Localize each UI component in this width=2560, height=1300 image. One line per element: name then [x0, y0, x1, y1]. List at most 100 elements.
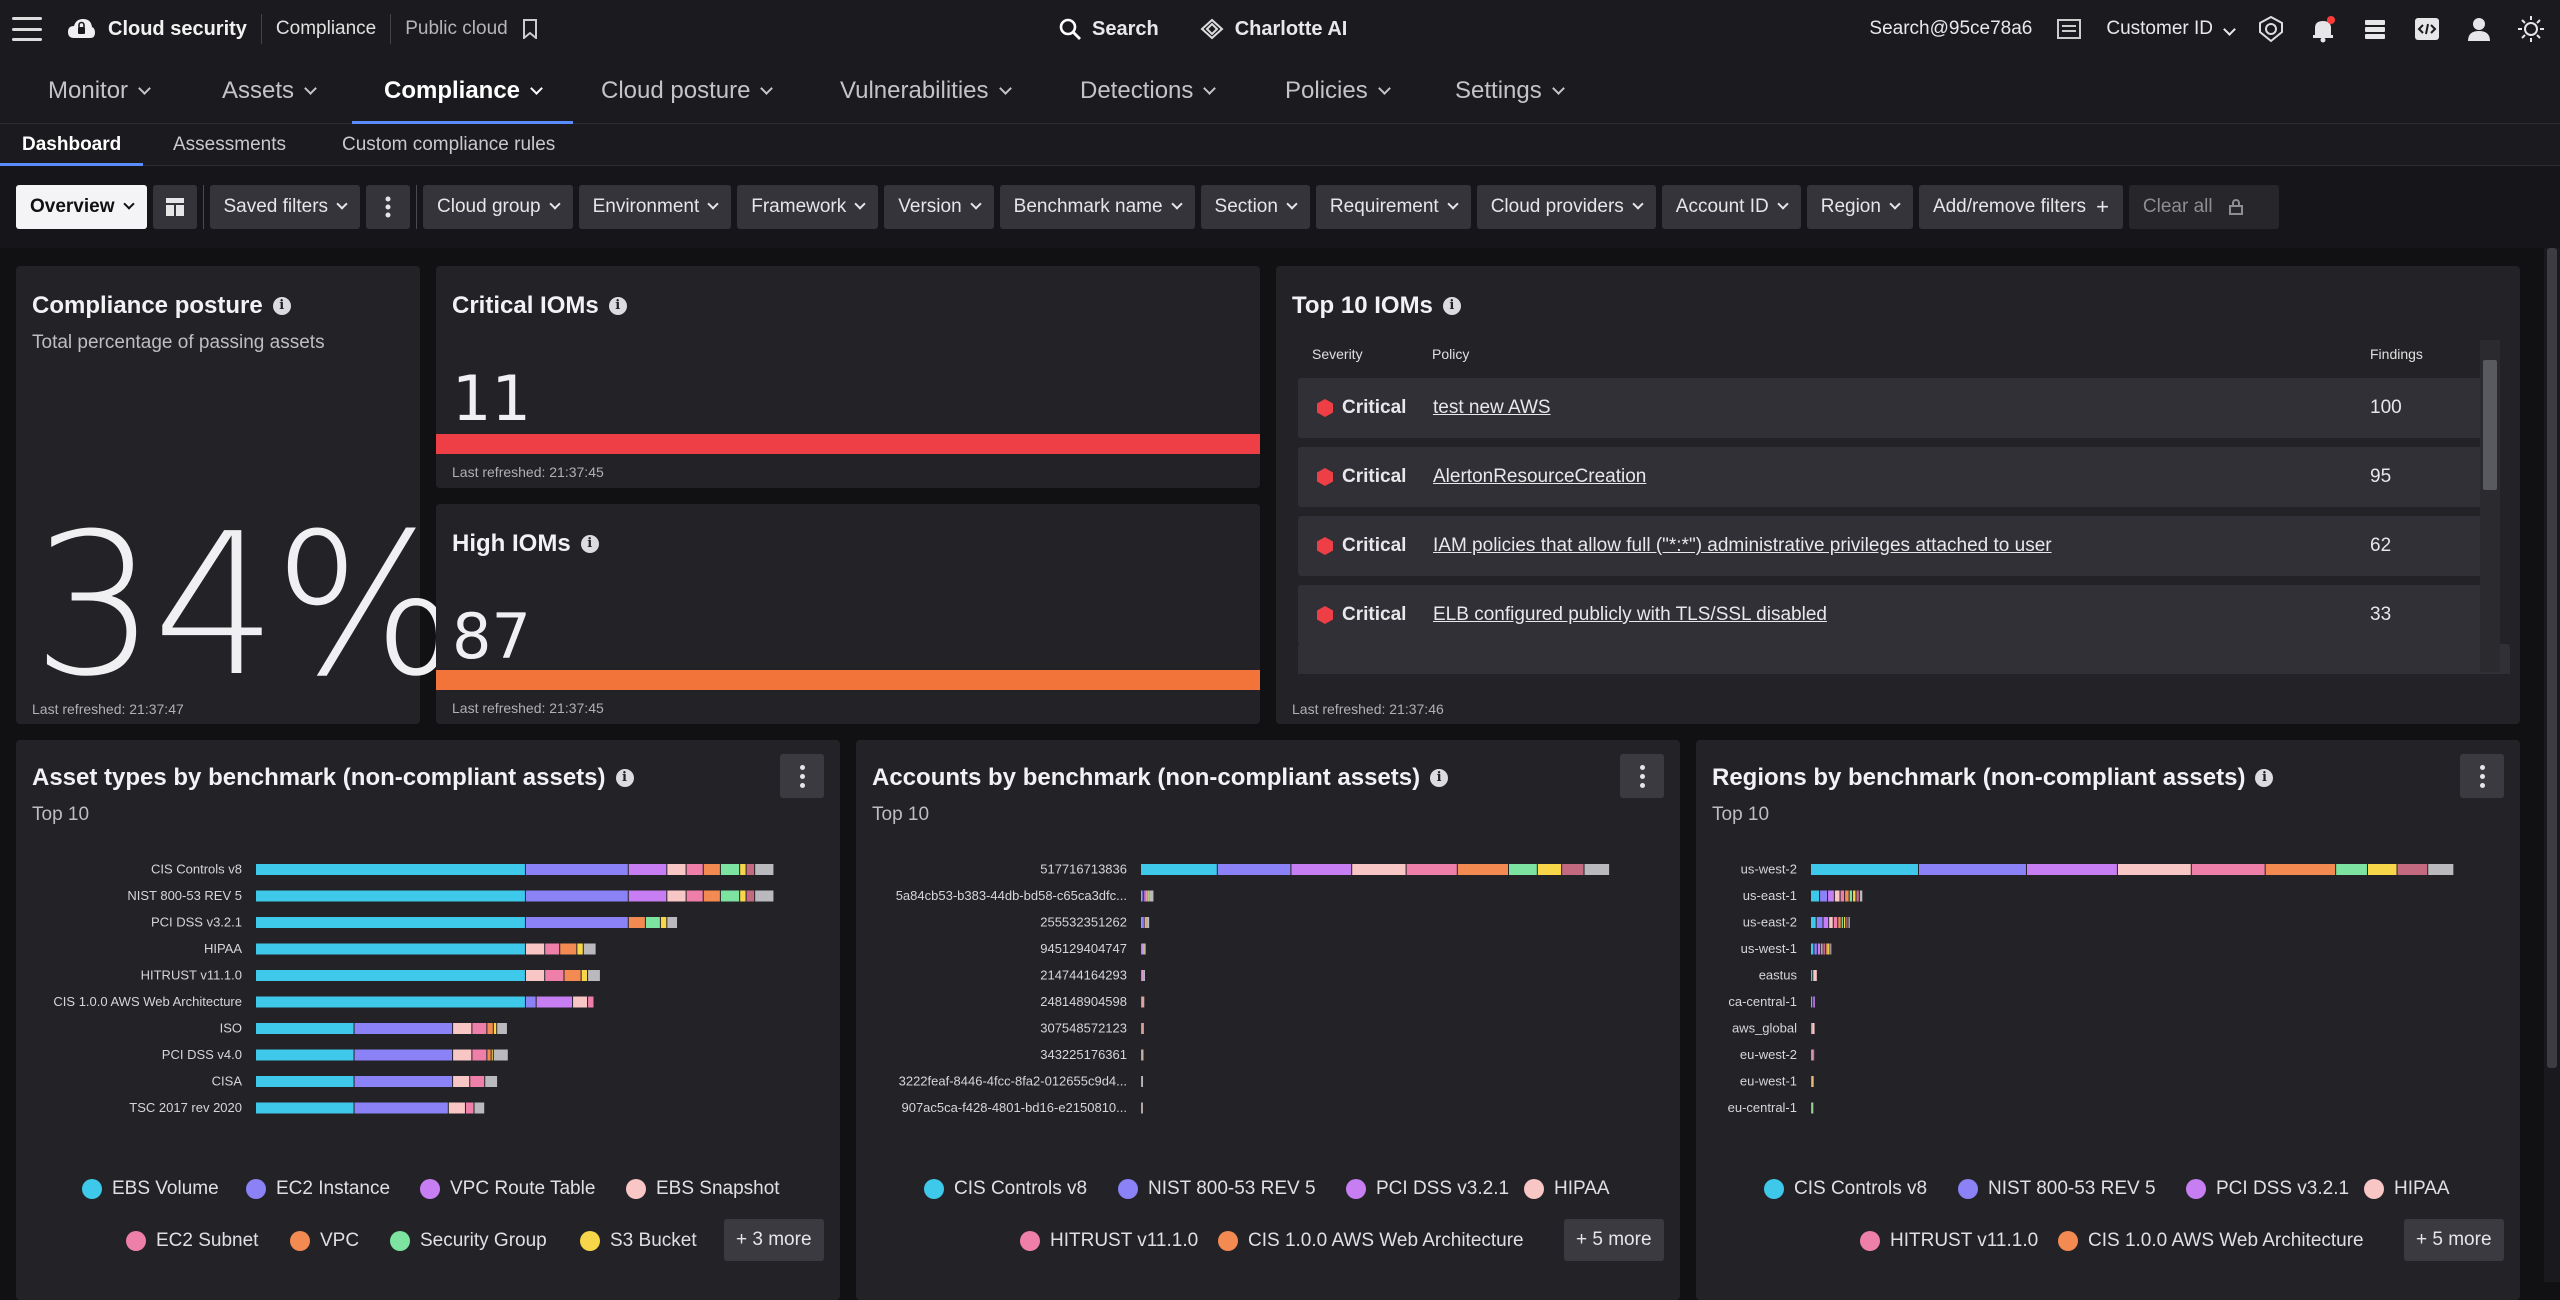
code-icon[interactable] — [2412, 14, 2442, 44]
legend-item[interactable]: EC2 Instance — [246, 1178, 390, 1200]
legend-item[interactable]: VPC — [290, 1230, 359, 1252]
filter-framework[interactable]: Framework — [737, 185, 879, 229]
bar-segment[interactable] — [1812, 1023, 1815, 1034]
bar-segment[interactable] — [1146, 890, 1148, 902]
legend-item[interactable]: CIS Controls v8 — [1764, 1178, 1927, 1200]
filter-requirement[interactable]: Requirement — [1315, 185, 1471, 229]
bar-segment[interactable] — [1823, 917, 1829, 928]
bar-segment[interactable] — [581, 970, 588, 981]
bar-segment[interactable] — [525, 943, 545, 955]
tab-assessments[interactable]: Assessments — [173, 124, 286, 166]
bar-segment[interactable] — [1811, 864, 1918, 875]
bar-segment[interactable] — [755, 864, 774, 875]
nav-settings[interactable]: Settings — [1455, 58, 1565, 124]
bar-segment[interactable] — [2367, 864, 2397, 875]
column-header-severity[interactable]: Severity — [1312, 346, 1363, 362]
bar-segment[interactable] — [354, 1102, 448, 1114]
bar-segment[interactable] — [1141, 864, 1217, 875]
bar-segment[interactable] — [1859, 890, 1863, 902]
legend-item[interactable]: Security Group — [390, 1230, 547, 1252]
bar-segment[interactable] — [256, 1102, 354, 1114]
bar-segment[interactable] — [746, 890, 755, 902]
bar-segment[interactable] — [256, 890, 525, 902]
legend-item[interactable]: EBS Snapshot — [626, 1178, 780, 1200]
filter-environment[interactable]: Environment — [578, 185, 732, 229]
bar-segment[interactable] — [474, 1102, 485, 1114]
bar-segment[interactable] — [660, 917, 667, 928]
bar-segment[interactable] — [2397, 864, 2428, 875]
bar-segment[interactable] — [1830, 943, 1832, 955]
bar-segment[interactable] — [448, 1102, 465, 1114]
bar-segment[interactable] — [1149, 890, 1154, 902]
bar-segment[interactable] — [1147, 917, 1150, 928]
bar-segment[interactable] — [493, 1049, 508, 1061]
legend-more-button[interactable]: + 5 more — [2404, 1219, 2504, 1261]
tab-dashboard[interactable]: Dashboard — [0, 124, 144, 166]
bar-segment[interactable] — [525, 864, 628, 875]
bar-segment[interactable] — [1143, 970, 1145, 981]
bar-segment[interactable] — [1813, 996, 1815, 1008]
bar-segment[interactable] — [1811, 917, 1816, 928]
add-remove-filters-button[interactable]: Add/remove filters + — [1918, 185, 2123, 229]
legend-item[interactable]: HIPAA — [1524, 1178, 1610, 1200]
legend-more-button[interactable]: + 3 more — [724, 1219, 824, 1261]
bar-segment[interactable] — [1811, 943, 1814, 955]
bar-segment[interactable] — [453, 1023, 472, 1034]
bar-segment[interactable] — [256, 864, 525, 875]
bar-segment[interactable] — [588, 996, 594, 1008]
view-select[interactable]: Overview — [16, 185, 147, 229]
id-card-icon[interactable] — [2054, 14, 2084, 44]
filters-more-button[interactable] — [366, 185, 411, 229]
bar-segment[interactable] — [746, 864, 755, 875]
bar-segment[interactable] — [256, 970, 525, 981]
tab-custom-compliance-rules[interactable]: Custom compliance rules — [342, 124, 555, 166]
legend-item[interactable]: CIS 1.0.0 AWS Web Architecture — [1218, 1230, 1524, 1252]
bar-segment[interactable] — [1829, 917, 1833, 928]
bar-segment[interactable] — [1813, 1049, 1815, 1061]
bar-segment[interactable] — [1814, 943, 1817, 955]
customer-id-dropdown[interactable]: Customer ID — [2106, 18, 2236, 40]
stack-icon[interactable] — [2360, 14, 2390, 44]
legend-item[interactable]: HITRUST v11.1.0 — [1020, 1230, 1198, 1252]
bar-segment[interactable] — [628, 917, 645, 928]
bar-segment[interactable] — [2265, 864, 2336, 875]
bar-segment[interactable] — [1584, 864, 1610, 875]
filter-cloud-group[interactable]: Cloud group — [423, 185, 573, 229]
table-scrollbar[interactable] — [2480, 340, 2500, 672]
nav-cloud-posture[interactable]: Cloud posture — [601, 58, 774, 124]
bar-segment[interactable] — [583, 943, 596, 955]
bar-segment[interactable] — [686, 890, 703, 902]
bar-segment[interactable] — [1811, 970, 1813, 981]
bar-segment[interactable] — [1829, 943, 1831, 955]
legend-item[interactable]: HITRUST v11.1.0 — [1860, 1230, 2038, 1252]
brand[interactable]: Cloud security — [66, 14, 247, 44]
bar-segment[interactable] — [536, 996, 573, 1008]
bar-segment[interactable] — [2117, 864, 2191, 875]
bar-segment[interactable] — [525, 996, 536, 1008]
bar-segment[interactable] — [1142, 1023, 1144, 1034]
bar-segment[interactable] — [1352, 864, 1406, 875]
bar-segment[interactable] — [1813, 970, 1817, 981]
bar-segment[interactable] — [1918, 864, 2026, 875]
bar-segment[interactable] — [1142, 890, 1144, 902]
card-menu-button[interactable] — [2460, 754, 2504, 798]
policy-link[interactable]: AlertonResourceCreation — [1433, 466, 1646, 488]
bar-segment[interactable] — [1828, 890, 1834, 902]
shield-badge-icon[interactable] — [2256, 14, 2286, 44]
bar-segment[interactable] — [1142, 1076, 1144, 1087]
bar-segment[interactable] — [497, 1023, 507, 1034]
bar-segment[interactable] — [487, 1049, 491, 1061]
bar-segment[interactable] — [755, 890, 774, 902]
bar-segment[interactable] — [1840, 890, 1845, 902]
bar-segment[interactable] — [2026, 864, 2117, 875]
layout-toggle-button[interactable] — [152, 185, 197, 229]
bar-segment[interactable] — [1217, 864, 1291, 875]
bar-segment[interactable] — [1141, 917, 1142, 928]
bar-segment[interactable] — [1457, 864, 1508, 875]
bar-segment[interactable] — [525, 917, 628, 928]
bar-segment[interactable] — [573, 996, 588, 1008]
bar-segment[interactable] — [1143, 917, 1145, 928]
bar-segment[interactable] — [2336, 864, 2367, 875]
card-menu-button[interactable] — [780, 754, 824, 798]
bar-segment[interactable] — [1141, 1102, 1143, 1114]
